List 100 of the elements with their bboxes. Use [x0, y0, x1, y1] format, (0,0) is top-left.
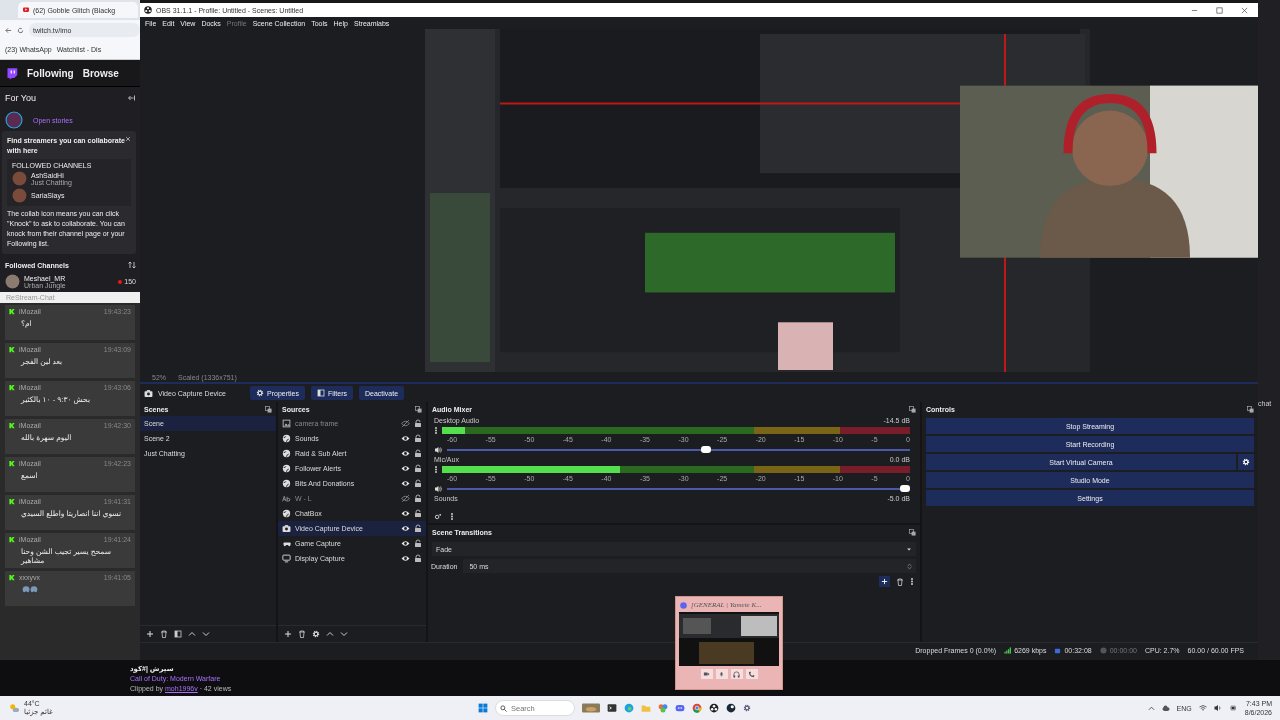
eye-icon[interactable]: [401, 479, 410, 488]
gear-icon: [256, 389, 264, 397]
call-control-button[interactable]: [730, 669, 743, 679]
wifi-icon: [1198, 704, 1207, 712]
avatar: [12, 188, 27, 203]
maximize-icon: [1216, 6, 1223, 14]
nav-link[interactable]: Following: [27, 67, 74, 79]
lock-icon: [414, 434, 422, 443]
trash-icon: [160, 630, 168, 638]
globe-icon: [282, 509, 291, 518]
text-icon: [282, 494, 291, 503]
volume-slider[interactable]: [447, 487, 910, 490]
platform-icon: [9, 460, 15, 467]
chevron-down-icon: [202, 630, 210, 638]
weather-icon: [8, 703, 20, 713]
image-icon: [282, 419, 291, 428]
browser-icon: [624, 703, 634, 713]
globe-icon: [282, 479, 291, 488]
eye-icon[interactable]: [401, 554, 410, 563]
eye-icon[interactable]: [401, 449, 410, 458]
signal-icon: [1004, 647, 1012, 654]
platform-icon: [9, 308, 15, 315]
camera-icon: [282, 524, 291, 533]
monitor-icon: [282, 554, 291, 563]
chevron-up-icon: [188, 630, 196, 638]
live-dot: [118, 279, 123, 284]
colorful-app-icon: [658, 703, 668, 713]
collapse-icon: [127, 94, 136, 102]
chevron-up-icon: [326, 630, 334, 638]
close-icon: [1241, 6, 1248, 14]
eye-icon[interactable]: [401, 509, 410, 518]
lock-icon: [414, 479, 422, 488]
platform-icon: [9, 536, 15, 543]
back-icon: [5, 26, 12, 34]
nav-link[interactable]: Browse: [82, 67, 119, 79]
undock-icon: [1247, 405, 1254, 413]
folder-icon: [641, 703, 651, 713]
gear-icon: [743, 704, 751, 712]
lock-icon: [414, 464, 422, 473]
avatar: [12, 171, 27, 186]
headphones-icon: [733, 670, 740, 678]
search-icon: [500, 704, 507, 712]
volume-slider[interactable]: [447, 448, 910, 451]
settings-button[interactable]: [1238, 454, 1254, 470]
lock-icon: [414, 554, 422, 563]
spin-arrows-icon: [907, 561, 912, 571]
lock-icon: [414, 449, 422, 458]
speaker-icon: [434, 484, 443, 493]
more-icon: [434, 465, 438, 474]
hidden-eye-icon[interactable]: [401, 419, 410, 428]
windows-logo-icon: [478, 703, 488, 713]
more-icon: [434, 426, 438, 435]
phone-icon: [748, 670, 755, 678]
call-control-button[interactable]: [700, 669, 713, 679]
close-icon: [125, 136, 131, 142]
stream-icon: [1054, 647, 1062, 654]
terminal-icon: [607, 703, 617, 713]
platform-icon: [9, 574, 15, 581]
chevron-down-icon: [340, 630, 348, 638]
cloud-icon: [1161, 704, 1170, 712]
lock-icon: [414, 524, 422, 533]
eye-icon[interactable]: [401, 524, 410, 533]
camera-icon: [703, 671, 710, 677]
emote-icon: [21, 585, 39, 594]
undock-icon: [415, 405, 422, 413]
eye-icon[interactable]: [401, 464, 410, 473]
platform-icon: [9, 346, 15, 353]
lock-icon: [414, 539, 422, 548]
trash-icon: [896, 577, 904, 586]
chevron-up-icon: [1147, 704, 1155, 712]
call-control-button[interactable]: [745, 669, 758, 679]
eye-icon[interactable]: [401, 434, 410, 443]
lock-icon: [414, 494, 422, 503]
sort-icon: [128, 261, 136, 269]
trash-icon: [298, 630, 306, 638]
filter-icon: [174, 630, 182, 638]
chat-app-icon: [675, 703, 685, 713]
more-icon: [450, 511, 454, 521]
undock-icon: [265, 405, 272, 413]
microphone-icon: [719, 670, 724, 678]
undock-icon: [909, 528, 916, 536]
add-button[interactable]: [879, 576, 890, 587]
plus-icon: [146, 630, 154, 638]
globe-icon: [282, 434, 291, 443]
chat-app-icon: [680, 601, 687, 609]
undock-icon: [909, 405, 916, 413]
battery-icon: [1228, 705, 1238, 711]
lock-icon: [414, 509, 422, 518]
globe-icon: [282, 449, 291, 458]
volume-icon: [1213, 704, 1222, 712]
video-site-icon: [22, 7, 30, 13]
plus-icon: [881, 578, 888, 585]
hidden-eye-icon[interactable]: [401, 494, 410, 503]
gear-icon: [1242, 458, 1250, 466]
eye-icon[interactable]: [401, 539, 410, 548]
lock-icon: [414, 419, 422, 428]
speaker-icon: [434, 445, 443, 454]
call-control-button[interactable]: [715, 669, 728, 679]
avatar: [5, 111, 23, 129]
gear-icon: [312, 630, 320, 638]
